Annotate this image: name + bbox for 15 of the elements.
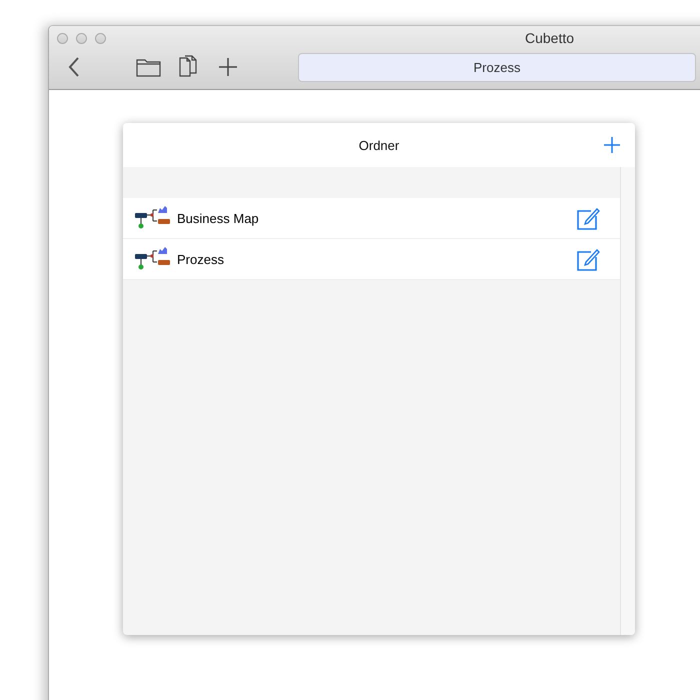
documents-icon[interactable] <box>179 55 199 79</box>
item-name: Business Map <box>177 210 260 226</box>
folder-icon[interactable] <box>136 57 161 77</box>
add-icon[interactable] <box>604 137 620 153</box>
window-title: Cubetto <box>525 30 574 46</box>
edit-icon[interactable] <box>577 247 601 271</box>
back-icon[interactable] <box>67 56 81 78</box>
panel-title: Ordner <box>358 138 400 152</box>
add-icon[interactable] <box>219 58 237 76</box>
scroll-track[interactable] <box>620 167 635 635</box>
list-item[interactable]: Prozess <box>123 239 620 280</box>
item-name: Prozess <box>177 252 225 266</box>
search-field[interactable]: Prozess <box>298 52 696 82</box>
list-item[interactable]: Business Map <box>123 198 620 239</box>
edit-icon[interactable] <box>577 206 601 230</box>
